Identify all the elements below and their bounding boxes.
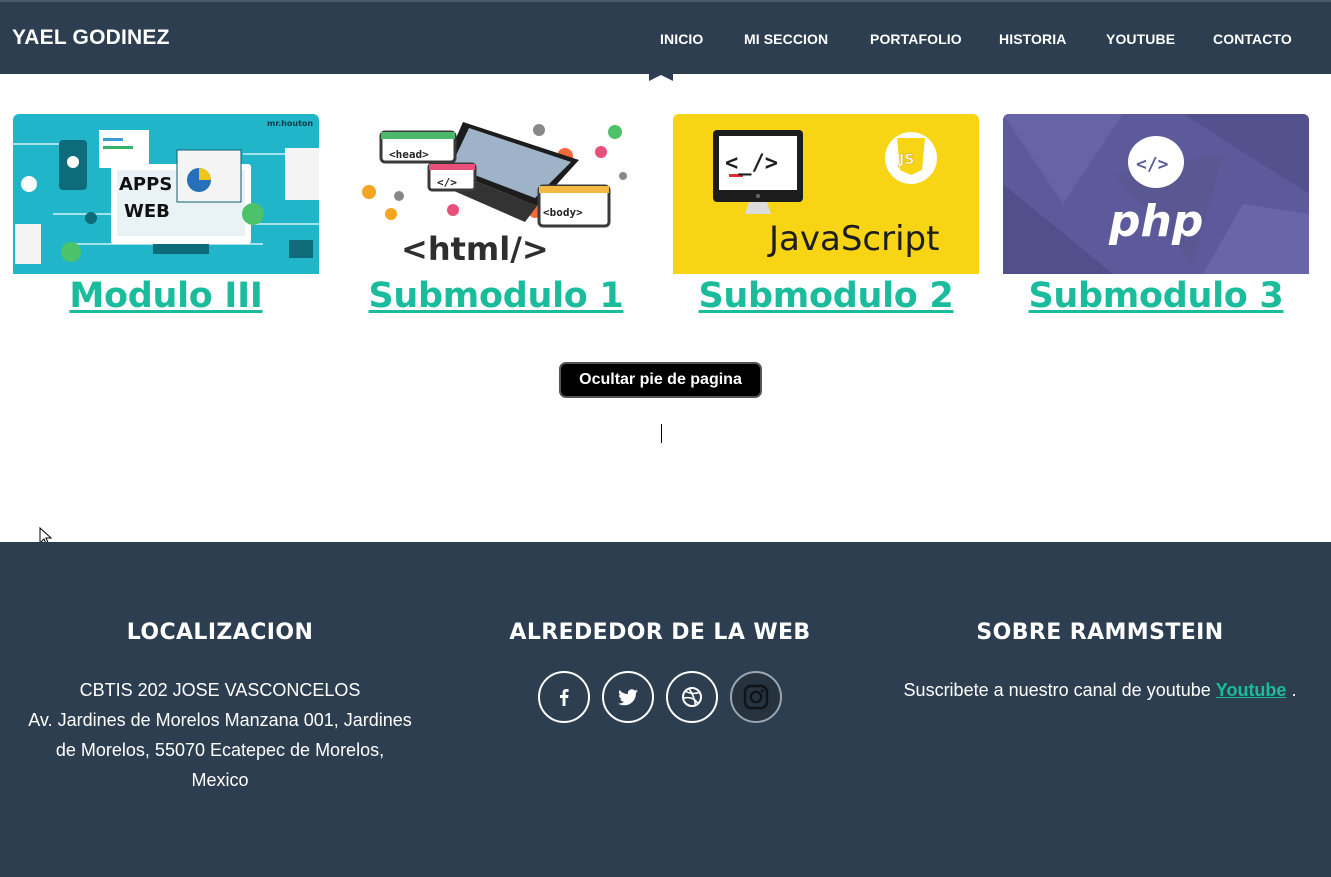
php-code-text: </>	[1136, 154, 1169, 175]
youtube-link[interactable]: Youtube	[1216, 680, 1287, 700]
location-section: LOCALIZACION CBTIS 202 JOSE VASCONCELOS …	[10, 620, 430, 795]
twitter-icon	[618, 689, 638, 706]
nav-inicio[interactable]: INICIO	[660, 31, 703, 47]
address-line-4: Mexico	[191, 770, 249, 790]
about-section: SOBRE RAMMSTEIN Suscribete a nuestro can…	[880, 620, 1320, 705]
html-tag-text: <html/>	[401, 230, 549, 268]
location-title: LOCALIZACION	[126, 620, 314, 645]
facebook-button[interactable]	[538, 671, 590, 723]
nav-portafolio[interactable]: PORTAFOLIO	[870, 31, 962, 47]
slash-tag-text: </>	[437, 176, 457, 189]
address-line-1: CBTIS 202 JOSE VASCONCELOS	[79, 680, 361, 700]
about-title: SOBRE RAMMSTEIN	[976, 620, 1224, 645]
location-address: CBTIS 202 JOSE VASCONCELOS Av. Jardines …	[10, 675, 430, 795]
brand-title[interactable]: YAEL GODINEZ	[12, 26, 170, 50]
address-line-2: Av. Jardines de Morelos Manzana 001, Jar…	[28, 710, 412, 730]
modulo-3-link[interactable]: Modulo III	[69, 276, 262, 316]
instagram-button[interactable]	[730, 671, 782, 723]
nav-historia[interactable]: HISTORIA	[999, 31, 1066, 47]
twitter-button[interactable]	[602, 671, 654, 723]
star-icon	[649, 66, 673, 81]
js-badge-text: JS	[898, 152, 914, 168]
nav-contacto[interactable]: CONTACTO	[1213, 31, 1292, 47]
modulo-3-image[interactable]: APPS WEB mr.houton	[13, 114, 319, 274]
card-submodulo-1: <head> </> <body> <html/> Submodulo 1	[343, 114, 649, 316]
submodulo-1-image[interactable]: <head> </> <body> <html/>	[343, 114, 649, 274]
web-text: WEB	[124, 201, 170, 222]
card-modulo-3: APPS WEB mr.houton Modulo III	[13, 114, 319, 316]
apps-text: APPS	[119, 174, 172, 195]
page-footer: LOCALIZACION CBTIS 202 JOSE VASCONCELOS …	[0, 542, 1331, 877]
address-line-3: de Morelos, 55070 Ecatepec de Morelos,	[55, 740, 385, 760]
submodulo-3-link[interactable]: Submodulo 3	[1029, 276, 1284, 316]
about-text-line: Suscribete a nuestro canal de youtube Yo…	[880, 675, 1320, 705]
dribbble-button[interactable]	[666, 671, 718, 723]
nav-youtube[interactable]: YOUTUBE	[1106, 31, 1175, 47]
card-submodulo-2: <_/> JS JavaScript Submodulo 2	[673, 114, 979, 316]
top-navbar: YAEL GODINEZ INICIO MI SECCION PORTAFOLI…	[0, 0, 1331, 74]
submodulo-2-link[interactable]: Submodulo 2	[699, 276, 954, 316]
submodulo-3-image[interactable]: </> php	[1003, 114, 1309, 274]
head-tag-text: <head>	[389, 148, 429, 161]
about-text: Suscribete a nuestro canal de youtube	[903, 680, 1211, 700]
php-text: php	[1108, 196, 1203, 247]
dribbble-icon	[682, 687, 702, 707]
submodulo-1-link[interactable]: Submodulo 1	[369, 276, 624, 316]
about-suffix: .	[1286, 680, 1297, 700]
code-tag-text: <_/>	[725, 151, 778, 176]
hide-footer-button[interactable]: Ocultar pie de pagina	[559, 362, 762, 398]
instagram-icon	[743, 684, 769, 710]
web-section: ALREDEDOR DE LA WEB	[450, 620, 870, 723]
card-submodulo-3: </> php Submodulo 3	[1003, 114, 1309, 316]
social-links	[450, 671, 870, 723]
submodulo-2-image[interactable]: <_/> JS JavaScript	[673, 114, 979, 274]
nav-mi-seccion[interactable]: MI SECCION	[744, 31, 828, 47]
text-caret	[661, 424, 662, 443]
web-title: ALREDEDOR DE LA WEB	[509, 620, 811, 645]
body-tag-text: <body>	[543, 206, 583, 219]
javascript-text: JavaScript	[767, 219, 939, 259]
facebook-icon	[560, 689, 569, 706]
watermark-text: mr.houton	[267, 119, 313, 128]
